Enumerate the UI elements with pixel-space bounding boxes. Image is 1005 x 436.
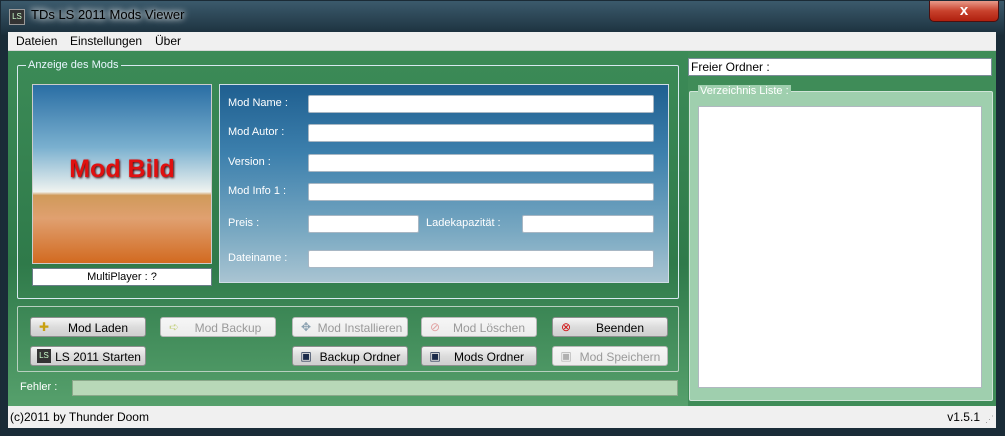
capacity-label: Ladekapazität : (426, 217, 501, 229)
backup-mod-button[interactable]: ➪ Mod Backup (160, 317, 276, 337)
mod-name-label: Mod Name : (228, 97, 288, 109)
free-folder-field[interactable]: Freier Ordner : (688, 58, 992, 76)
save-mod-button[interactable]: ▣ Mod Speichern (552, 346, 668, 366)
version-field[interactable] (308, 154, 654, 172)
mods-folder-button[interactable]: ▣ Mods Ordner (421, 346, 537, 366)
mod-display-legend: Anzeige des Mods (26, 59, 121, 71)
version-text: v1.5.1 (947, 410, 980, 424)
mod-name-field[interactable] (308, 95, 654, 113)
delete-mod-button[interactable]: ⊘ Mod Löschen (421, 317, 537, 337)
multiplayer-status: MultiPlayer : ? (32, 268, 212, 286)
backup-folder-button[interactable]: ▣ Backup Ordner (292, 346, 408, 366)
menu-bar: Dateien Einstellungen Über (8, 32, 996, 51)
install-icon: ✥ (300, 320, 312, 334)
mod-display-group: Anzeige des Mods Mod Bild MultiPlayer : … (17, 59, 679, 299)
window-title: TDs LS 2011 Mods Viewer (31, 7, 185, 22)
floppy-icon: ▣ (300, 349, 312, 363)
directory-list-legend: Verzeichnis Liste : (698, 85, 791, 97)
load-mod-button[interactable]: ✚ Mod Laden (30, 317, 146, 337)
mod-author-field[interactable] (308, 124, 654, 142)
menu-ueber[interactable]: Über (155, 34, 181, 48)
close-button[interactable]: x (929, 1, 999, 22)
capacity-field[interactable] (522, 215, 654, 233)
backup-icon: ➪ (168, 320, 180, 334)
filename-label: Dateiname : (228, 252, 288, 264)
mod-info-label: Mod Info 1 : (228, 185, 287, 197)
version-label: Version : (228, 156, 271, 168)
install-mod-button[interactable]: ✥ Mod Installieren (292, 317, 408, 337)
app-icon: LS (9, 9, 25, 25)
floppy-icon: ▣ (429, 349, 441, 363)
mod-image: Mod Bild (32, 84, 212, 264)
application-window: LS TDs LS 2011 Mods Viewer x Dateien Ein… (0, 0, 1005, 436)
copyright-text: (c)2011 by Thunder Doom (10, 410, 149, 424)
buttons-group: ✚ Mod Laden ➪ Mod Backup ✥ Mod Installie… (17, 306, 679, 372)
price-field[interactable] (308, 215, 419, 233)
delete-icon: ⊘ (429, 320, 441, 334)
error-field (72, 380, 678, 396)
resize-grip-icon[interactable]: ⋰ (985, 414, 994, 425)
floppy-icon: ▣ (560, 349, 572, 363)
title-bar[interactable]: LS TDs LS 2011 Mods Viewer x (1, 1, 1004, 31)
mod-details-panel: Mod Name : Mod Autor : Version : Mod Inf… (219, 84, 669, 283)
exit-icon: ⊗ (560, 320, 572, 334)
filename-field[interactable] (308, 250, 654, 268)
game-icon: LS (37, 349, 51, 363)
client-area: Anzeige des Mods Mod Bild MultiPlayer : … (8, 51, 996, 406)
menu-einstellungen[interactable]: Einstellungen (70, 34, 142, 48)
exit-button[interactable]: ⊗ Beenden (552, 317, 668, 337)
menu-dateien[interactable]: Dateien (16, 34, 57, 48)
start-game-button[interactable]: LS LS 2011 Starten (30, 346, 146, 366)
mod-image-text: Mod Bild (69, 155, 175, 183)
mod-author-label: Mod Autor : (228, 126, 285, 138)
price-label: Preis : (228, 217, 260, 229)
mod-info-field[interactable] (308, 183, 654, 201)
load-icon: ✚ (38, 320, 50, 334)
error-label: Fehler : (20, 381, 58, 393)
directory-list-group: Verzeichnis Liste : (689, 85, 993, 401)
directory-listbox[interactable] (698, 106, 982, 388)
status-bar: (c)2011 by Thunder Doom v1.5.1 ⋰ (8, 406, 996, 428)
